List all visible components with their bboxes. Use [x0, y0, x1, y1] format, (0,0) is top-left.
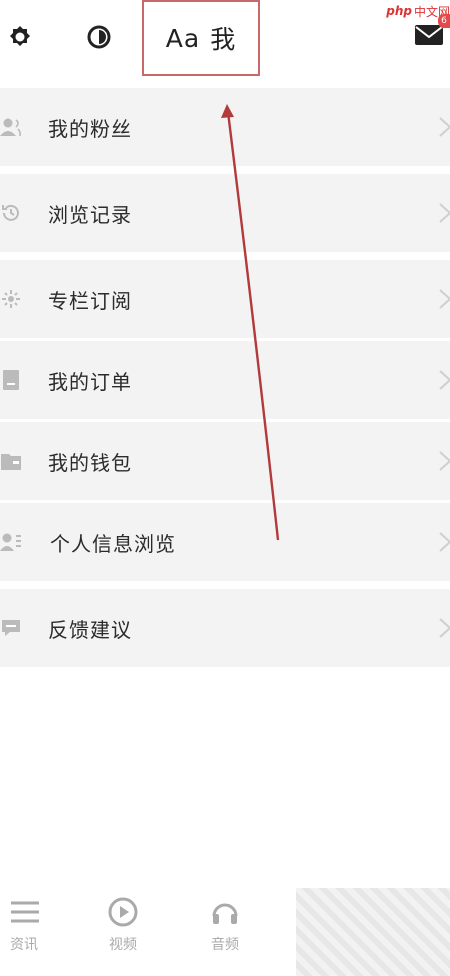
menu-item-feedback[interactable]: 反馈建议 [0, 589, 450, 667]
menu-item-label: 反馈建议 [48, 617, 132, 642]
night-mode-icon[interactable] [84, 22, 114, 52]
chevron-right-icon [439, 370, 450, 390]
chevron-right-icon [439, 117, 450, 137]
nav-item-label: 资讯 [10, 937, 38, 953]
menu-item-wallet[interactable]: 我的钱包 [0, 422, 450, 500]
news-icon [0, 896, 54, 928]
nav-item-news[interactable]: 资讯 [0, 896, 54, 954]
audio-icon [195, 896, 255, 928]
mail-badge: 6 [438, 14, 450, 28]
feedback-icon [0, 617, 22, 639]
settings-gear-icon[interactable] [5, 22, 35, 52]
watermark-php: php [386, 4, 412, 18]
menu-item-label: 个人信息浏览 [50, 531, 176, 556]
menu-item-label: 我的粉丝 [48, 116, 132, 141]
chevron-right-icon [439, 532, 450, 552]
menu-item-profile-info[interactable]: 个人信息浏览 [0, 503, 450, 581]
chevron-right-icon [439, 289, 450, 309]
wallet-icon [0, 450, 22, 472]
nav-item-label: 音频 [211, 937, 239, 953]
top-bar: Aa 我 php 中文网 6 [0, 0, 450, 76]
history-icon [0, 202, 22, 224]
chevron-right-icon [439, 203, 450, 223]
subscription-icon [0, 288, 22, 310]
nav-item-audio[interactable]: 音频 [195, 896, 255, 954]
order-icon [0, 369, 22, 391]
menu-item-order[interactable]: 我的订单 [0, 341, 450, 419]
menu-item-history[interactable]: 浏览记录 [0, 174, 450, 252]
menu-item-label: 我的钱包 [48, 450, 132, 475]
font-sample-text: Aa [165, 23, 201, 53]
menu-item-fans[interactable]: 我的粉丝 [0, 88, 450, 166]
menu-item-label: 专栏订阅 [48, 288, 132, 313]
video-icon [93, 896, 153, 928]
menu-item-label: 我的订单 [48, 369, 132, 394]
font-sample-char: 我 [210, 25, 237, 54]
chevron-right-icon [439, 451, 450, 471]
obscured-nav-area [296, 888, 450, 976]
profile-info-icon [0, 531, 22, 553]
menu-item-label: 浏览记录 [48, 202, 132, 227]
nav-item-label: 视频 [109, 937, 137, 953]
font-size-button[interactable]: Aa 我 [142, 0, 260, 76]
menu-list: 我的粉丝 浏览记录 专栏订阅 我的订单 我的钱包 个人信息浏览 反馈建议 [0, 88, 450, 667]
nav-item-video[interactable]: 视频 [93, 896, 153, 954]
menu-item-subscription[interactable]: 专栏订阅 [0, 260, 450, 338]
chevron-right-icon [439, 618, 450, 638]
fans-icon [0, 116, 22, 138]
